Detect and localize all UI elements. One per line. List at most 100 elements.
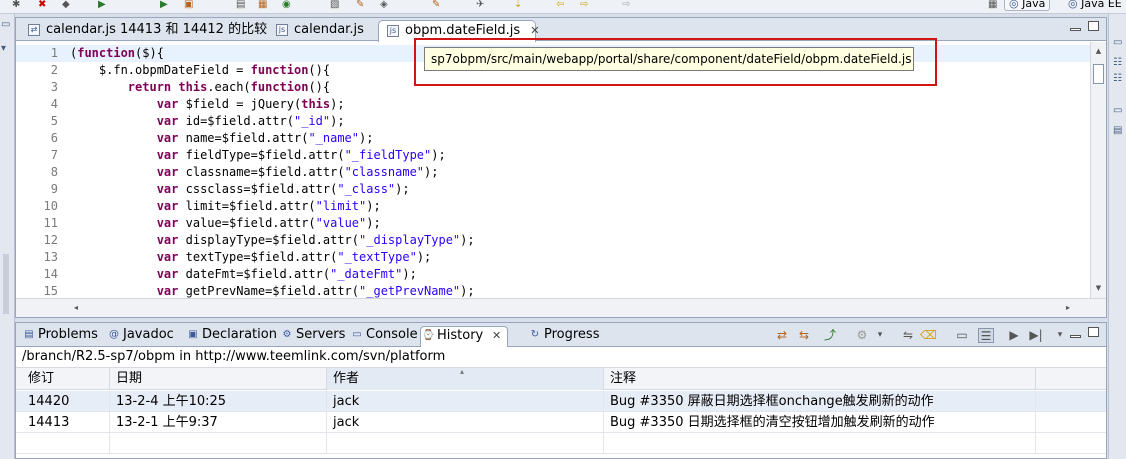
tab-declaration[interactable]: ▣ Declaration [186,326,277,346]
column-header-revision[interactable]: 修订 [22,368,110,390]
table-row[interactable]: 14420 13-2-4 上午10:25 jack Bug #3350 屏蔽日期… [16,391,1106,412]
search-icon[interactable]: ✎ [356,0,364,10]
list-view-icon[interactable]: ☰ [978,328,994,343]
line-number: 7 [50,148,58,162]
clear-icon[interactable]: ⌫ [920,328,937,343]
code-text: var cssclass=$field.attr("_class"); [156,182,410,196]
tab-problems[interactable]: ▤ Problems [22,326,98,346]
view-menu-icon[interactable]: ▾ [1052,328,1068,343]
code-text: var $field = jQuery(this); [156,97,345,111]
comment-icon[interactable]: ▭ [954,328,970,343]
annotation-icon[interactable]: ✈ [476,0,484,10]
left-splitter[interactable] [3,254,9,314]
tab-javadoc[interactable]: @ Javadoc [107,326,174,346]
tab-console[interactable]: ▭ Console [350,326,417,346]
scroll-left-icon[interactable]: ◂ [74,303,78,312]
tab-servers[interactable]: ⚙ Servers [280,326,346,346]
scroll-right-icon[interactable]: ▸ [1066,303,1070,312]
line-number: 6 [50,131,58,145]
cell-revision: 14413 [22,412,110,433]
debug-icon[interactable]: ✱ [12,0,20,10]
mark-occurrences-icon[interactable]: ✎ [432,0,440,10]
open-perspective-icon[interactable]: ▦ [988,0,997,10]
line-number: 13 [43,250,58,264]
perspective-java-ee[interactable]: ◎ Java EE [1068,0,1122,9]
restore-view-icon[interactable]: ▾ [1,44,11,54]
new-package-icon[interactable]: ▦ [258,0,267,10]
tab-calendar-compare[interactable]: ⇄ calendar.js 14413 和 14412 的比较 [20,20,267,41]
minimized-view-icon[interactable]: ▭ [1,20,11,30]
code-line: 5 var id=$field.attr("_id"); [16,113,1090,130]
vertical-scrollbar[interactable]: ▲ ▼ [1090,42,1106,298]
history-path: /branch/R2.5-sp7/obpm in http://www.teem… [22,349,446,364]
last-edit-icon[interactable]: ⇨ [622,0,630,10]
horizontal-scrollbar[interactable]: ◂ ▸ [16,298,1106,317]
task-icon[interactable]: ◈ [380,0,388,10]
line-number: 2 [50,63,58,77]
cell-empty [22,433,110,454]
problems-icon: ▤ [24,329,34,340]
open-type-icon[interactable]: ▧ [330,0,339,10]
task-list-icon[interactable]: ▭ [1113,106,1123,116]
tab-history[interactable]: ⌚ History ✕ [420,326,509,347]
column-header-comment[interactable]: 注释 [604,368,1036,390]
last-icon[interactable]: ▶| [1028,328,1044,343]
tab-progress[interactable]: ↻ Progress [528,326,600,346]
back-icon[interactable]: ⇦ [556,0,564,10]
code-text: var displayType=$field.attr("_displayTyp… [156,233,475,247]
forward-icon[interactable]: ⇨ [580,0,588,10]
left-trim-stack: ▭ ▾ [0,14,15,459]
code-line: 12 var displayType=$field.attr("_display… [16,232,1090,249]
maximize-editor-button[interactable] [1088,21,1099,31]
next-annotation-icon[interactable]: ⇣ [514,0,522,10]
line-number: 10 [43,199,58,213]
pin-icon[interactable]: ⤴ [822,328,838,343]
scroll-down-icon[interactable]: ▼ [1093,283,1104,293]
code-line: 11 var value=$field.attr("value"); [16,215,1090,232]
column-header-date[interactable]: 日期 [110,368,327,390]
restore-bottom-icon[interactable]: ▤ [1113,126,1123,136]
hierarchy-icon[interactable]: ☷ [1113,74,1123,84]
skip-icon[interactable]: ◆ [62,0,70,10]
minimize-editor-button[interactable] [1070,28,1081,31]
code-line: 7 var fieldType=$field.attr("_fieldType"… [16,147,1090,164]
code-line: 13 var textType=$field.attr("_textType")… [16,249,1090,266]
refresh-icon[interactable]: ⇄ [774,328,790,343]
perspective-java[interactable]: ◎ Java [1004,0,1051,11]
compare-icon: ⇄ [28,24,40,36]
cell-revision: 14420 [22,391,110,412]
restore-icon[interactable]: ▭ [1113,38,1123,48]
run-icon[interactable]: ▶ [98,0,106,10]
tab-label: obpm.dateField.js [405,23,521,38]
outline-icon[interactable]: ☷ [1113,58,1123,68]
console-icon: ▭ [352,329,362,340]
code-text: var classname=$field.attr("classname"); [156,165,439,179]
stop-icon[interactable]: ✖ [38,0,46,10]
java-ee-perspective-icon: ◎ [1068,0,1078,10]
filter-icon[interactable]: ⚙ [854,328,870,343]
maximize-panel-button[interactable] [1088,327,1099,337]
table-row-empty [16,433,1106,454]
new-java-project-icon[interactable]: ▤ [236,0,245,10]
column-header-author[interactable]: 作者 ▴ [327,367,604,390]
new-class-icon[interactable]: ◉ [282,0,291,10]
code-line: 6 var name=$field.attr("_name"); [16,130,1090,147]
code-text: $.fn.obpmDateField = function(){ [70,63,331,77]
link-with-editor-icon[interactable]: ⇆ [796,328,812,343]
run-as-icon[interactable]: ▶ [160,0,168,10]
line-number: 12 [43,233,58,247]
line-number: 8 [50,165,58,179]
scroll-up-icon[interactable]: ▲ [1093,46,1104,56]
tab-calendar-js[interactable]: js calendar.js [268,20,373,41]
next-icon[interactable]: ▶ [1006,328,1022,343]
close-tab-icon[interactable]: ✕ [492,327,501,345]
filter-dropdown-icon[interactable]: ▾ [872,328,888,343]
cell-date: 13-2-4 上午10:25 [110,391,327,412]
compare-mode-icon[interactable]: ⇋ [900,328,916,343]
java-perspective-icon: ◎ [1009,0,1019,10]
external-tools-icon[interactable]: ▣ [184,0,193,10]
minimize-panel-button[interactable] [1070,335,1081,338]
scroll-thumb[interactable] [1093,64,1104,84]
table-row[interactable]: 14413 13-2-1 上午9:37 jack Bug #3350 日期选择框… [16,412,1106,433]
close-tab-icon[interactable]: ✕ [530,24,539,37]
